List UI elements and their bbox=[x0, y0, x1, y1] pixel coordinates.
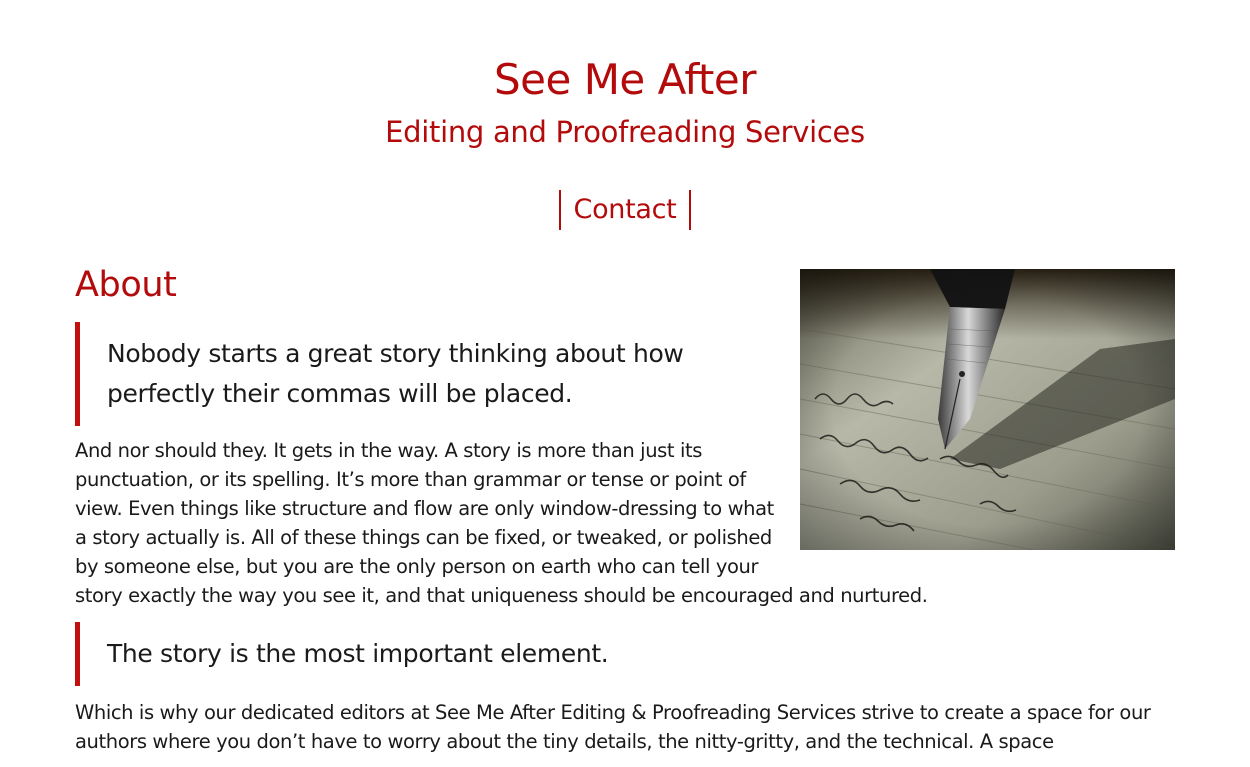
nav-link-contact[interactable]: Contact bbox=[574, 194, 677, 225]
pull-quote: The story is the most important element. bbox=[75, 622, 1175, 686]
fountain-pen-photo bbox=[800, 269, 1175, 550]
page: See Me After Editing and Proofreading Se… bbox=[0, 0, 1250, 767]
nav-bar: Contact bbox=[558, 190, 692, 230]
site-subtitle: Editing and Proofreading Services bbox=[385, 115, 865, 149]
main-content: About Nobody starts a great story thinki… bbox=[75, 262, 1175, 756]
site-header: See Me After Editing and Proofreading Se… bbox=[0, 0, 1250, 152]
main-nav: Contact bbox=[0, 190, 1250, 230]
about-paragraph: Which is why our dedicated editors at Se… bbox=[75, 701, 1151, 753]
site-title[interactable]: See Me After bbox=[0, 54, 1250, 106]
fountain-pen-icon bbox=[800, 269, 1175, 550]
